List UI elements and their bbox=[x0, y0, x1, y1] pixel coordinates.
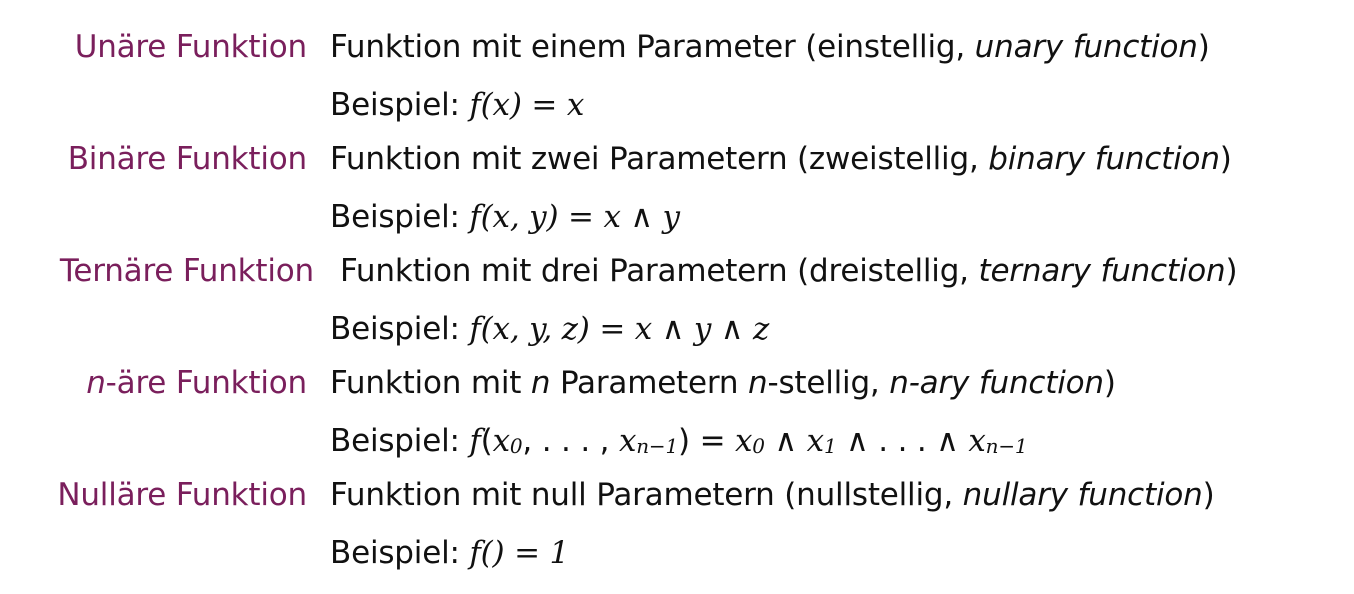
english-term: n-ary function bbox=[889, 365, 1104, 401]
description-text: Funktion mit null Parametern (nullstelli… bbox=[330, 477, 963, 513]
example-formula: f() = 1 bbox=[469, 535, 570, 571]
term-n-variable: n bbox=[86, 365, 106, 401]
math-paren: ( bbox=[480, 423, 493, 459]
closing-paren: ) bbox=[1103, 365, 1116, 401]
english-term: ternary function bbox=[978, 253, 1226, 289]
example-label: Beispiel: bbox=[330, 87, 460, 123]
example-label: Beispiel: bbox=[330, 311, 460, 347]
math-var: x bbox=[618, 423, 637, 459]
example-formula: f(x, y) = x ∧ y bbox=[469, 199, 680, 235]
description-unary: Funktion mit einem Parameter (einstellig… bbox=[330, 27, 1210, 67]
description-text: Funktion mit zwei Parametern (zweistelli… bbox=[330, 141, 989, 177]
term-unary: Unäre Funktion bbox=[74, 29, 307, 65]
math-subscript: 0 bbox=[752, 434, 765, 458]
example-formula: f(x0, . . . , xn−1) = x0 ∧ x1 ∧ . . . ∧ … bbox=[469, 423, 1027, 459]
n-variable: n bbox=[748, 365, 768, 401]
term-rest: -äre Funktion bbox=[105, 365, 308, 401]
description-text: Funktion mit drei Parametern (dreistelli… bbox=[340, 253, 979, 289]
description-binary: Funktion mit zwei Parametern (zweistelli… bbox=[330, 139, 1232, 179]
math-f: f bbox=[469, 423, 481, 459]
example-label: Beispiel: bbox=[330, 423, 460, 459]
term-nary: n-äre Funktion bbox=[86, 363, 307, 403]
math-subscript: 1 bbox=[823, 434, 837, 458]
example-label: Beispiel: bbox=[330, 535, 460, 571]
description-text: Funktion mit bbox=[330, 365, 531, 401]
n-variable: n bbox=[530, 365, 551, 401]
example-ternary: Beispiel: f(x, y, z) = x ∧ y ∧ z bbox=[330, 309, 769, 349]
example-nary: Beispiel: f(x0, . . . , xn−1) = x0 ∧ x1 … bbox=[330, 421, 1028, 461]
math-var: x bbox=[968, 423, 986, 459]
math-subscript: n−1 bbox=[636, 434, 679, 458]
math-var: x bbox=[806, 423, 825, 459]
example-label: Beispiel: bbox=[330, 199, 460, 235]
math-equals: ) = bbox=[678, 423, 735, 459]
english-term: nullary function bbox=[962, 477, 1203, 513]
description-ternary: Funktion mit drei Parametern (dreistelli… bbox=[340, 251, 1238, 291]
term-nullary: Nulläre Funktion bbox=[57, 477, 307, 513]
example-unary: Beispiel: f(x) = x bbox=[330, 85, 584, 125]
example-formula: f(x, y, z) = x ∧ y ∧ z bbox=[469, 311, 770, 347]
term-binary: Binäre Funktion bbox=[67, 141, 307, 177]
closing-paren: ) bbox=[1202, 477, 1215, 513]
closing-paren: ) bbox=[1197, 29, 1210, 65]
example-binary: Beispiel: f(x, y) = x ∧ y bbox=[330, 197, 680, 237]
description-nullary: Funktion mit null Parametern (nullstelli… bbox=[330, 475, 1215, 515]
math-var: x bbox=[492, 423, 511, 459]
closing-paren: ) bbox=[1225, 253, 1238, 289]
math-var: x bbox=[735, 423, 753, 459]
math-and: ∧ bbox=[764, 423, 807, 459]
closing-paren: ) bbox=[1219, 141, 1232, 177]
math-and-ellipsis: ∧ . . . ∧ bbox=[836, 423, 969, 459]
description-nary: Funktion mit n Parametern n-stellig, n-a… bbox=[330, 363, 1116, 403]
term-ternary: Ternäre Funktion bbox=[59, 253, 314, 289]
english-term: binary function bbox=[988, 141, 1220, 177]
english-term: unary function bbox=[974, 29, 1198, 65]
description-text: -stellig, bbox=[767, 365, 890, 401]
example-formula: f(x) = x bbox=[469, 87, 585, 123]
description-text: Funktion mit einem Parameter (einstellig… bbox=[330, 29, 975, 65]
math-subscript: n−1 bbox=[985, 434, 1028, 458]
description-text: Parametern bbox=[550, 365, 748, 401]
example-nullary: Beispiel: f() = 1 bbox=[330, 533, 569, 573]
math-subscript: 0 bbox=[509, 434, 523, 458]
math-ellipsis: , . . . , bbox=[522, 423, 619, 459]
